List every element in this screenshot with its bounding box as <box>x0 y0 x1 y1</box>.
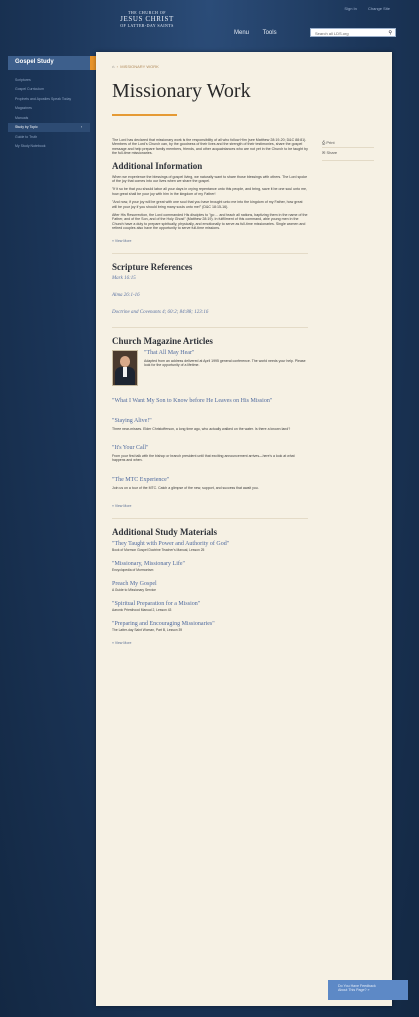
article-description: Three near-misses. Elder Christofferson,… <box>112 426 291 431</box>
section-divider <box>112 517 308 519</box>
breadcrumb-current[interactable]: MISSIONARY WORK <box>120 64 159 69</box>
article-description: Join us on a tour of the MTC. Catch a gl… <box>112 485 259 490</box>
sidebar-item-label: Guide to Truth <box>15 134 38 139</box>
sidebar-title-label: Gospel Study <box>15 59 54 65</box>
search-icon[interactable]: ⚲ <box>388 29 392 38</box>
additional-paragraph: When we experience the blessings of gosp… <box>112 174 308 184</box>
view-more-link[interactable]: » View More <box>112 641 308 645</box>
section-divider <box>112 252 308 254</box>
print-label: Print <box>326 140 335 145</box>
additional-info-heading: Additional Information <box>112 160 203 171</box>
page-title: Missionary Work <box>112 80 251 102</box>
article-thumbnail[interactable] <box>112 349 138 386</box>
sidebar-item-label: Scriptures <box>15 77 31 82</box>
study-material-source: The Latter-day Saint Woman, Part B, Less… <box>112 627 183 632</box>
sidebar-item-study-by-topic[interactable]: Study by Topic › <box>8 122 90 132</box>
additional-paragraph: After His Resurrection, the Lord command… <box>112 213 308 231</box>
sidebar-item-manuals[interactable]: Manuals <box>8 113 90 123</box>
study-material-link[interactable]: "Missionary, Missionary Life" <box>112 561 308 567</box>
sidebar-list: Scriptures Gospel Curriculum Prophets an… <box>8 75 90 151</box>
search-placeholder: Search all LDS.org <box>315 31 349 36</box>
featured-article-text: "That All May Hear" Adapted from an addr… <box>144 350 308 386</box>
intro-paragraph: The Lord has declared that missionary wo… <box>112 138 308 156</box>
sign-in-link[interactable]: Sign In <box>344 6 356 11</box>
magazine-heading: Church Magazine Articles <box>112 335 213 346</box>
page-tools: ⎙ Print ✉ Share <box>322 138 374 161</box>
top-nav: Menu Tools <box>234 30 289 36</box>
home-icon[interactable]: ⌂ <box>112 64 114 69</box>
scripture-heading: Scripture References <box>112 261 193 272</box>
feedback-button[interactable]: Do You Have Feedback About This Page? » <box>328 980 408 1000</box>
study-material-link[interactable]: Preach My Gospel <box>112 581 308 587</box>
sidebar-item-label: Manuals <box>15 115 29 120</box>
church-logo[interactable]: THE CHURCH OF JESUS CHRIST OF LATTER-DAY… <box>112 10 182 28</box>
sidebar-item-guide-to-truth[interactable]: Guide to Truth <box>8 132 90 142</box>
article-title-link[interactable]: "It's Your Call" <box>112 445 308 451</box>
article-title-link[interactable]: "Staying Alive!" <box>112 418 308 424</box>
section-divider <box>112 326 308 328</box>
scripture-link[interactable]: Doctrine and Covenants 4; 60:2; 84:88; 1… <box>112 310 308 315</box>
sidebar-item-gospel-curriculum[interactable]: Gospel Curriculum <box>8 85 90 95</box>
print-link[interactable]: ⎙ Print <box>322 138 374 148</box>
logo-line-2: JESUS CHRIST <box>120 15 174 23</box>
article-title-link[interactable]: "What I Want My Son to Know before He Le… <box>112 398 308 404</box>
tools-button[interactable]: Tools <box>263 30 277 36</box>
additional-paragraph: "If it so be that you should labor all y… <box>112 187 308 196</box>
study-material-link[interactable]: "They Taught with Power and Authority of… <box>112 541 308 547</box>
menu-button[interactable]: Menu <box>234 30 249 36</box>
sidebar-item-label: Study by Topic <box>15 125 38 129</box>
study-materials-heading: Additional Study Materials <box>112 526 218 537</box>
featured-article: "That All May Hear" Adapted from an addr… <box>112 349 308 386</box>
chevron-right-icon: › <box>80 125 82 129</box>
sidebar-item-label: My Study Notebook <box>15 144 46 148</box>
print-icon: ⎙ <box>322 140 326 145</box>
scripture-link[interactable]: Alma 26:1-16 <box>112 293 308 298</box>
view-more-link[interactable]: » View More <box>112 504 308 508</box>
additional-paragraph: "And now, if your joy will be great with… <box>112 200 303 209</box>
sidebar-item-study-notebook[interactable]: My Study Notebook <box>8 142 90 152</box>
thumbnail-face <box>120 355 130 367</box>
study-material-link[interactable]: "Spiritual Preparation for a Mission" <box>112 601 308 607</box>
article-title-link[interactable]: "That All May Hear" <box>144 350 308 356</box>
article-title-link[interactable]: "The MTC Experience" <box>112 477 308 483</box>
study-material-source: Encyclopedia of Mormonism <box>112 567 154 572</box>
article-description: From your first talk with the bishop or … <box>112 453 295 463</box>
sidebar-item-label: Magazines <box>15 106 32 110</box>
site-header: THE CHURCH OF JESUS CHRIST OF LATTER-DAY… <box>8 0 408 52</box>
article-description: Adapted from an address delivered at Apr… <box>144 358 306 367</box>
article-column: The Lord has declared that missionary wo… <box>112 138 308 649</box>
logo-line-3: OF LATTER-DAY SAINTS <box>120 23 174 28</box>
study-material-source: A Guide to Missionary Service <box>112 587 156 592</box>
study-material-source: Book of Mormon Gospel Doctrine Teacher's… <box>112 547 205 552</box>
breadcrumb-separator: › <box>115 64 120 69</box>
breadcrumb: ⌂ › MISSIONARY WORK <box>112 64 159 69</box>
search-input[interactable]: Search all LDS.org ⚲ <box>310 28 396 37</box>
thumbnail-shirt <box>123 366 127 377</box>
feedback-line-2: About This Page? » <box>338 988 370 993</box>
sidebar-item-magazines[interactable]: Magazines <box>8 104 90 114</box>
sidebar-item-scriptures[interactable]: Scriptures <box>8 75 90 85</box>
scripture-link[interactable]: Mark 16:15 <box>112 276 308 281</box>
sidebar: Gospel Study Scriptures Gospel Curriculu… <box>8 56 104 151</box>
change-site-link[interactable]: Change Site <box>368 6 390 11</box>
share-label: Share <box>326 150 338 155</box>
sidebar-title[interactable]: Gospel Study <box>8 56 104 70</box>
share-icon: ✉ <box>322 150 326 155</box>
page-frame: THE CHURCH OF JESUS CHRIST OF LATTER-DAY… <box>8 0 408 1017</box>
sidebar-item-label: Gospel Curriculum <box>15 87 44 91</box>
sidebar-item-label: Prophets and Apostles Speak Today <box>15 96 72 101</box>
main-content: ⌂ › MISSIONARY WORK Missionary Work ⎙ Pr… <box>96 52 392 1006</box>
sidebar-item-prophets[interactable]: Prophets and Apostles Speak Today <box>8 94 90 104</box>
study-material-source: Aaronic Priesthood Manual 2, Lesson 43 <box>112 607 172 612</box>
view-more-link[interactable]: » View More <box>112 239 308 243</box>
title-underline <box>112 114 177 116</box>
top-links: Sign In Change Site <box>334 6 390 11</box>
share-link[interactable]: ✉ Share <box>322 148 374 157</box>
study-material-link[interactable]: "Preparing and Encouraging Missionaries" <box>112 621 308 627</box>
